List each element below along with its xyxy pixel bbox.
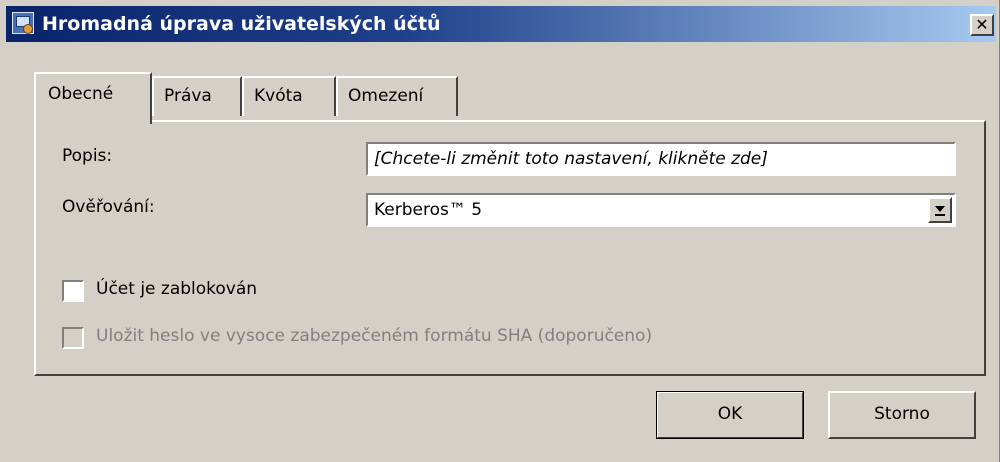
bulk-edit-dialog: Hromadná úprava uživatelských účtů ✕ Obe… — [0, 0, 1000, 462]
sha-password-checkbox — [62, 327, 84, 349]
tab-quota[interactable]: Kvóta — [242, 76, 336, 116]
ok-button[interactable]: OK — [656, 391, 804, 439]
account-locked-checkbox[interactable] — [62, 280, 84, 302]
users-config-icon — [12, 12, 34, 34]
authentication-label: Ověřování: — [62, 197, 155, 217]
sha-password-label: Uložit heslo ve vysoce zabezpečeném form… — [96, 326, 653, 346]
cancel-button[interactable]: Storno — [828, 391, 976, 439]
tab-general[interactable]: Obecné — [34, 72, 152, 124]
authentication-select[interactable]: Kerberos™ 5 — [366, 193, 956, 227]
title-bar[interactable]: Hromadná úprava uživatelských účtů ✕ — [6, 6, 996, 42]
authentication-selected-value: Kerberos™ 5 — [374, 200, 483, 220]
chevron-down-icon[interactable] — [928, 197, 952, 223]
close-button[interactable]: ✕ — [970, 14, 994, 36]
dialog-title: Hromadná úprava uživatelských účtů — [42, 13, 441, 35]
description-label: Popis: — [62, 146, 113, 166]
account-locked-label[interactable]: Účet je zablokován — [96, 279, 257, 299]
description-input[interactable]: [Chcete-li změnit toto nastavení, klikně… — [366, 142, 956, 176]
tab-rights[interactable]: Práva — [152, 76, 242, 116]
tab-restrictions[interactable]: Omezení — [336, 76, 458, 116]
